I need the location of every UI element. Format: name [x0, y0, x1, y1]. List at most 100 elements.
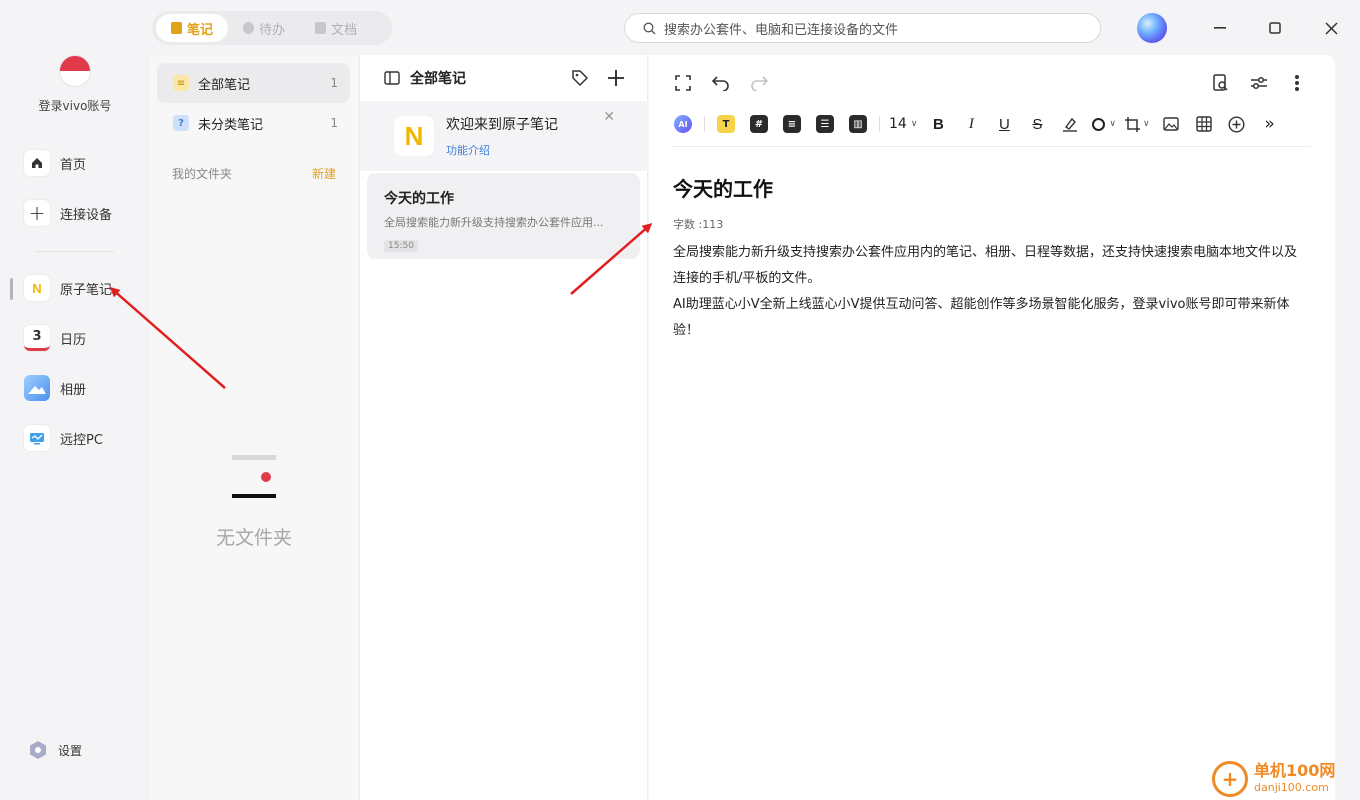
tab-todo[interactable]: 待办: [228, 14, 300, 42]
ai-label: AI: [674, 115, 692, 133]
document-icon: [315, 22, 327, 34]
editor-toolbar-left: [671, 71, 771, 95]
nav-item-settings[interactable]: 设置: [28, 736, 82, 764]
nav-divider: [36, 251, 114, 252]
toolbar-divider: [879, 116, 880, 132]
my-folders-header: 我的文件夹 新建: [172, 165, 336, 182]
highlight-icon[interactable]: [1058, 112, 1082, 136]
insert-icon[interactable]: [1225, 112, 1249, 136]
table-icon[interactable]: [1192, 112, 1216, 136]
underline-icon[interactable]: U: [992, 112, 1016, 136]
question-icon: ?: [173, 115, 189, 131]
text-color-icon[interactable]: ∨: [1091, 112, 1116, 136]
checklist-icon[interactable]: ☰: [813, 112, 837, 136]
feature-intro-link[interactable]: 功能介绍: [446, 142, 558, 158]
italic-icon[interactable]: I: [959, 112, 983, 136]
image-icon[interactable]: [1159, 112, 1183, 136]
font-size-select[interactable]: 14 ∨: [889, 112, 917, 136]
search-doc-icon[interactable]: [1209, 71, 1233, 95]
nav-item-connect-device[interactable]: + 连接设备: [24, 199, 112, 227]
hashtag-icon[interactable]: #: [747, 112, 771, 136]
folder-uncategorized[interactable]: ? 未分类笔记 1: [157, 103, 350, 143]
all-notes-icon: ≡: [173, 75, 189, 91]
nav-item-label: 原子笔记: [60, 282, 113, 298]
search-placeholder: 搜索办公套件、电脑和已连接设备的文件: [664, 22, 899, 38]
left-nav: 登录vivo账号 首页 + 连接设备 N 原子笔记 3 日历 相册 远控PC 设…: [0, 0, 150, 800]
note-preview: 全局搜索能力新升级支持搜索办公套件应用...: [384, 216, 604, 229]
top-tabs: 笔记 待办 文档: [152, 11, 392, 45]
account-area[interactable]: 登录vivo账号: [0, 55, 150, 114]
avatar[interactable]: [59, 55, 91, 87]
sidebar-toggle-icon[interactable]: [384, 71, 400, 85]
active-indicator: [10, 278, 13, 300]
nav-item-label: 日历: [60, 332, 87, 348]
welcome-banner[interactable]: N 欢迎来到原子笔记 功能介绍 ✕: [360, 101, 649, 171]
nav-item-label: 相册: [60, 382, 87, 398]
empty-folders-text: 无文件夹: [215, 527, 292, 549]
folder-label: 未分类笔记: [198, 117, 264, 133]
more-tools-icon[interactable]: »: [1258, 112, 1282, 136]
undo-icon[interactable]: [709, 71, 733, 95]
text-style-icon[interactable]: T: [714, 112, 738, 136]
note-icon: [171, 22, 182, 34]
nav-item-label: 远控PC: [60, 432, 103, 448]
atom-notes-logo-icon: N: [394, 116, 434, 156]
new-folder-button[interactable]: 新建: [312, 165, 336, 182]
folders-panel: ≡ 全部笔记 1 ? 未分类笔记 1 我的文件夹 新建 无文件夹: [150, 55, 358, 800]
toolbar-divider: [704, 116, 705, 132]
note-editor: AI T # ≡ ☰ ▥ 14 ∨ B I U S ∨ ∨ » 今天的工作 字数…: [649, 55, 1335, 800]
nav-item-atom-notes[interactable]: N 原子笔记: [24, 274, 112, 302]
note-body[interactable]: 全局搜索能力新升级支持搜索办公套件应用内的笔记、相册、日程等数据，还支持快速搜索…: [673, 240, 1303, 344]
more-vertical-icon[interactable]: [1285, 71, 1309, 95]
tab-docs[interactable]: 文档: [300, 14, 372, 42]
my-folders-label: 我的文件夹: [172, 167, 233, 181]
login-label[interactable]: 登录vivo账号: [0, 97, 150, 114]
search-icon: [643, 22, 656, 34]
chevron-down-icon: ∨: [1143, 119, 1150, 129]
nav-item-label: 首页: [60, 157, 87, 173]
nav-item-calendar[interactable]: 3 日历: [24, 324, 86, 352]
home-icon: [24, 150, 50, 176]
tab-notes[interactable]: 笔记: [156, 14, 229, 42]
columns-icon[interactable]: ▥: [846, 112, 870, 136]
toolbar-divider-line: [671, 146, 1311, 147]
settings-icon: [28, 740, 48, 760]
nav-item-remote-pc[interactable]: 远控PC: [24, 424, 103, 452]
watermark-logo-icon: +: [1212, 761, 1248, 797]
ai-icon[interactable]: AI: [671, 112, 695, 136]
close-window-button[interactable]: [1317, 14, 1345, 42]
gallery-app-icon: [24, 375, 50, 401]
crop-icon[interactable]: ∨: [1125, 112, 1150, 136]
plus-icon: +: [24, 200, 50, 226]
ai-assistant-icon[interactable]: [1137, 13, 1167, 43]
note-list-item[interactable]: 今天的工作 全局搜索能力新升级支持搜索办公套件应用... 15:50: [367, 173, 640, 259]
word-count: 字数 :113: [673, 218, 724, 231]
note-list-title: 全部笔记: [410, 71, 466, 87]
folder-all-notes[interactable]: ≡ 全部笔记 1: [157, 63, 350, 103]
strikethrough-icon[interactable]: S: [1025, 112, 1049, 136]
note-paragraph: 全局搜索能力新升级支持搜索办公套件应用内的笔记、相册、日程等数据，还支持快速搜索…: [673, 245, 1298, 286]
nav-item-home[interactable]: 首页: [24, 149, 86, 177]
tag-icon[interactable]: [571, 69, 589, 87]
add-note-icon[interactable]: [607, 69, 625, 87]
folder-count: 1: [330, 76, 338, 90]
font-size-value: 14: [889, 116, 907, 132]
list-icon[interactable]: ≡: [780, 112, 804, 136]
nav-item-gallery[interactable]: 相册: [24, 374, 86, 402]
maximize-button[interactable]: [1261, 14, 1289, 42]
fullscreen-icon[interactable]: [671, 71, 695, 95]
nav-item-label: 连接设备: [60, 207, 113, 223]
note-list-panel: 全部笔记 N 欢迎来到原子笔记 功能介绍 ✕ 今天的工作 全局搜索能力新升级支持…: [359, 55, 649, 800]
close-icon[interactable]: ✕: [603, 109, 615, 125]
bold-icon[interactable]: B: [926, 112, 950, 136]
note-editor-title[interactable]: 今天的工作: [673, 173, 773, 202]
folder-count: 1: [330, 116, 338, 130]
adjust-icon[interactable]: [1247, 71, 1271, 95]
search-input[interactable]: 搜索办公套件、电脑和已连接设备的文件: [624, 13, 1101, 43]
folder-label: 全部笔记: [198, 77, 251, 93]
redo-icon[interactable]: [747, 71, 771, 95]
chevron-down-icon: ∨: [1109, 119, 1117, 129]
watermark-name: 单机100网: [1254, 761, 1336, 780]
check-circle-icon: [243, 22, 255, 34]
minimize-button[interactable]: [1206, 14, 1234, 42]
